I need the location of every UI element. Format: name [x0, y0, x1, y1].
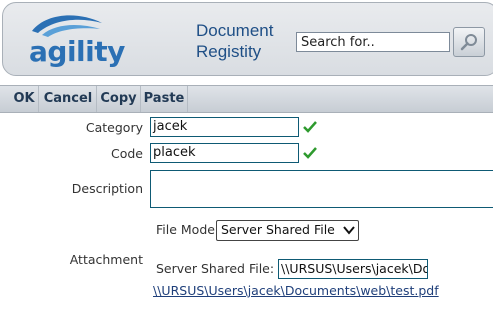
file-mode-select[interactable]: Server Shared File — [216, 220, 359, 241]
file-mode-label: File Mode — [156, 222, 215, 237]
page-title-line1: Document — [196, 21, 274, 40]
server-shared-file-label: Server Shared File: — [156, 261, 275, 276]
cancel-button[interactable]: Cancel — [40, 86, 97, 112]
file-mode-selected: Server Shared File — [221, 222, 335, 237]
page-title: Document Registity — [196, 20, 286, 62]
chevron-down-icon — [343, 226, 355, 235]
logo-text: agility — [29, 35, 125, 68]
attachment-label: Attachment — [69, 252, 143, 267]
app-header: agility Document Registity — [0, 0, 493, 80]
description-label: Description — [71, 181, 143, 196]
code-field[interactable]: placek — [150, 143, 299, 163]
ok-button[interactable]: OK — [10, 86, 39, 112]
toolbar: OK Cancel Copy Paste — [0, 85, 493, 113]
copy-button[interactable]: Copy — [97, 86, 141, 112]
paste-button[interactable]: Paste — [141, 86, 188, 112]
attachment-file-link[interactable]: \\URSUS\Users\jacek\Documents\web\test.p… — [153, 283, 439, 298]
page-title-line2: Registity — [196, 42, 262, 61]
check-icon — [303, 121, 317, 133]
category-label: Category — [85, 120, 143, 135]
search-icon — [460, 34, 477, 51]
agility-logo: agility — [20, 9, 130, 71]
description-field[interactable] — [150, 170, 493, 208]
check-icon — [303, 147, 317, 159]
search-button[interactable] — [453, 27, 485, 57]
server-shared-file-field[interactable]: \\URSUS\Users\jacek\Documents\web\test.p… — [278, 259, 428, 279]
search-input[interactable] — [296, 32, 450, 52]
category-field[interactable]: jacek — [150, 117, 299, 137]
code-label: Code — [110, 146, 143, 161]
